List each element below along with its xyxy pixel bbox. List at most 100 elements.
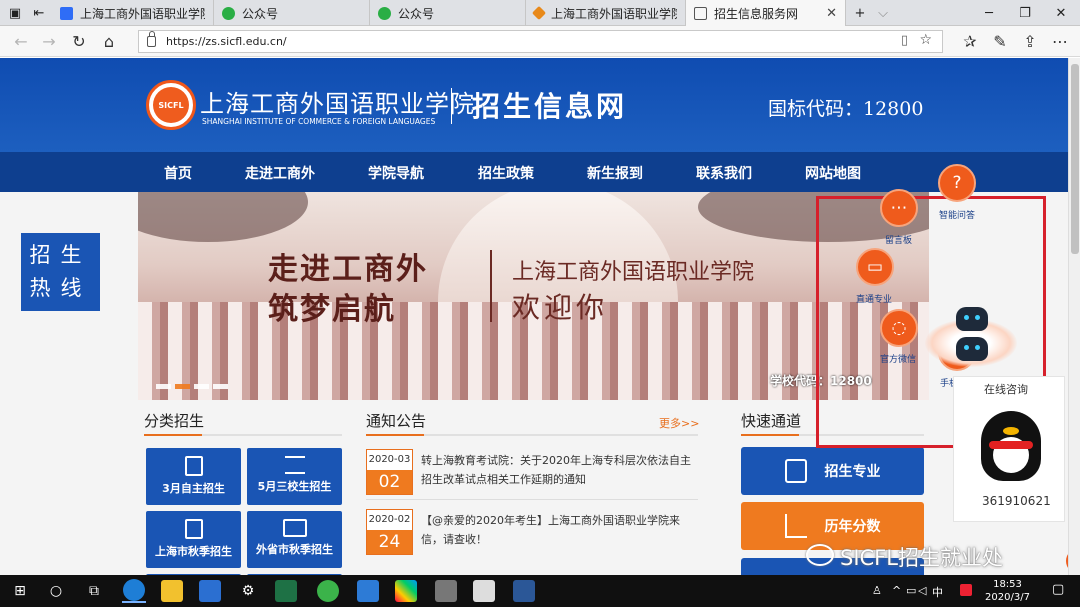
settings-gear-icon[interactable]: ⚙ xyxy=(236,579,260,603)
official-wechat-label[interactable]: 官方微信 xyxy=(880,352,916,365)
close-tab-icon[interactable]: ✕ xyxy=(826,6,837,21)
category-label: 上海市秋季招生 xyxy=(155,545,232,558)
notice-title[interactable]: 转上海教育考试院：关于2020年上海专科层次依法自主招生改革试点相关工作延期的通… xyxy=(421,451,693,489)
colorful-app-icon[interactable] xyxy=(394,579,418,603)
chevron-up-icon[interactable]: ^ xyxy=(892,584,901,597)
share-icon[interactable]: ⇪ xyxy=(1017,29,1043,53)
open-book-icon xyxy=(282,519,307,537)
school-name-en: SHANGHAI INSTITUTE OF COMMERCE & FOREIGN… xyxy=(202,117,436,126)
quick-label: 招生专业 xyxy=(824,464,881,480)
nav-contact[interactable]: 联系我们 xyxy=(696,163,752,183)
hero-banner[interactable]: 走进工商外 筑梦启航 上海工商外国语职业学院 欢迎你 学校代码：12800 xyxy=(138,192,929,400)
section-underline xyxy=(144,434,342,436)
close-window-icon[interactable]: ✕ xyxy=(1046,0,1076,26)
watermark-text: SICFL招生就业处 xyxy=(840,546,1003,570)
site-title: 招生信息网 xyxy=(472,90,628,123)
carousel-dot[interactable] xyxy=(194,384,209,389)
tab-wechat-1[interactable]: 公众号 xyxy=(214,0,370,26)
tab-wechat-2[interactable]: 公众号 xyxy=(370,0,526,26)
hotline-button[interactable]: 招生 热线 xyxy=(21,233,100,311)
forward-arrow-icon[interactable]: → xyxy=(36,29,62,53)
nav-home[interactable]: 首页 xyxy=(164,163,192,183)
banner-school-name: 上海工商外国语职业学院 xyxy=(512,260,755,285)
smart-qa-label[interactable]: 智能问答 xyxy=(939,208,975,221)
notice-item[interactable]: 2020-02 24 【@亲爱的2020年考生】上海工商外国语职业学院来信，请查… xyxy=(366,505,698,560)
notice-item[interactable]: 2020-03 02 转上海教育考试院：关于2020年上海专科层次依法自主招生改… xyxy=(366,445,698,500)
book-open-icon[interactable]: ▭ xyxy=(856,248,894,286)
book-icon xyxy=(184,456,203,476)
school-logo-icon xyxy=(531,5,547,21)
refresh-icon[interactable]: ↻ xyxy=(66,29,92,53)
page-scrollbar[interactable] xyxy=(1068,58,1080,575)
person-tray-icon[interactable]: ♙ xyxy=(872,584,882,597)
volume-icon[interactable]: ◁ xyxy=(918,584,926,597)
nav-about[interactable]: 走进工商外 xyxy=(245,163,315,183)
photo-app-icon[interactable] xyxy=(434,579,458,603)
clock-time: 18:53 xyxy=(993,579,1022,590)
mail-icon[interactable] xyxy=(356,579,380,603)
taskbar-clock[interactable]: 18:53 2020/3/7 xyxy=(970,578,1045,604)
nav-registration[interactable]: 新生报到 xyxy=(587,163,643,183)
message-board-label[interactable]: 留言板 xyxy=(885,233,912,246)
favorite-star-icon[interactable]: ☆ xyxy=(919,32,932,48)
notification-icon[interactable]: ▢ xyxy=(1052,582,1064,597)
favorites-hub-icon[interactable]: ✰ xyxy=(957,29,983,53)
page-icon xyxy=(694,6,707,20)
school-seal-logo[interactable]: SICFL xyxy=(146,80,196,130)
new-tab-icon[interactable]: + xyxy=(850,0,870,26)
image-viewer-icon[interactable] xyxy=(472,579,496,603)
qq-penguin-icon[interactable] xyxy=(981,411,1041,481)
notice-date: 2020-03 02 xyxy=(366,449,413,495)
online-consult-panel[interactable]: 在线咨询 361910621 xyxy=(953,376,1065,522)
carousel-dot[interactable] xyxy=(213,384,228,389)
search-circle-icon[interactable]: ○ xyxy=(44,579,68,603)
carousel-dot-active[interactable] xyxy=(175,384,190,389)
robot-assistant[interactable] xyxy=(925,299,1017,369)
direct-major-label[interactable]: 直通专业 xyxy=(856,292,892,305)
category-shanghai-button[interactable]: 上海市秋季招生 xyxy=(146,511,241,568)
tab-admissions[interactable]: 招生信息服务网 ✕ xyxy=(686,0,846,26)
chat-dots-icon[interactable]: ⋯ xyxy=(880,189,918,227)
category-may-button[interactable]: 5月三校生招生 xyxy=(247,448,342,505)
file-explorer-icon[interactable] xyxy=(160,579,184,603)
nav-college-guide[interactable]: 学院导航 xyxy=(368,163,424,183)
restore-icon[interactable]: ❐ xyxy=(1010,0,1040,26)
carousel-dot[interactable] xyxy=(156,384,171,389)
pen-notes-icon[interactable]: ✎ xyxy=(987,29,1013,53)
nav-sitemap[interactable]: 网站地图 xyxy=(805,163,861,183)
store-icon[interactable] xyxy=(198,579,222,603)
tab-back-icon[interactable]: ⇤ xyxy=(28,0,50,26)
ime-icon[interactable]: 中 xyxy=(932,584,943,600)
edge-browser-icon[interactable] xyxy=(122,579,146,603)
wechat-watermark-icon xyxy=(806,544,834,566)
wechat-bubble-icon[interactable]: ◌ xyxy=(880,309,918,347)
more-menu-icon[interactable]: ⋯ xyxy=(1047,29,1073,53)
word-icon[interactable] xyxy=(512,579,536,603)
minimize-icon[interactable]: ─ xyxy=(974,0,1004,26)
back-arrow-icon[interactable]: ← xyxy=(8,29,34,53)
excel-icon[interactable] xyxy=(274,579,298,603)
task-view-icon[interactable]: ⧉ xyxy=(82,579,106,603)
tab-actions-icon[interactable]: ▣ xyxy=(4,0,26,26)
windows-start-icon[interactable]: ⊞ xyxy=(8,579,32,603)
tab-list-chevron-icon[interactable]: ⌵ xyxy=(872,0,894,26)
tab-baidu[interactable]: 上海工商外国语职业学院_百 xyxy=(52,0,214,26)
tab-label: 招生信息服务网 xyxy=(714,6,799,21)
scrollbar-thumb[interactable] xyxy=(1071,64,1079,254)
green-app-icon[interactable] xyxy=(316,579,340,603)
address-field[interactable]: https://zs.sicfl.edu.cn/ ▯ ☆ xyxy=(138,30,943,53)
nav-policy[interactable]: 招生政策 xyxy=(478,163,534,183)
notice-title[interactable]: 【@亲爱的2020年考生】上海工商外国语职业学院来信，请查收！ xyxy=(421,511,693,549)
quick-majors-button[interactable]: 招生专业 xyxy=(741,447,924,495)
reading-view-icon[interactable]: ▯ xyxy=(901,33,908,48)
tab-label: 公众号 xyxy=(398,6,435,21)
more-link[interactable]: 更多>> xyxy=(659,415,699,431)
notice-year-month: 2020-02 xyxy=(368,514,411,525)
category-march-button[interactable]: 3月自主招生 xyxy=(146,448,241,505)
tab-school[interactable]: 上海工商外国语职业学院 xyxy=(526,0,686,26)
category-other-provinces-button[interactable]: 外省市秋季招生 xyxy=(247,511,342,568)
school-name-cn: 上海工商外国语职业学院 xyxy=(200,90,475,118)
question-icon[interactable]: ? xyxy=(938,164,976,202)
home-icon[interactable]: ⌂ xyxy=(96,29,122,53)
network-icon[interactable]: ▭ xyxy=(906,584,916,597)
